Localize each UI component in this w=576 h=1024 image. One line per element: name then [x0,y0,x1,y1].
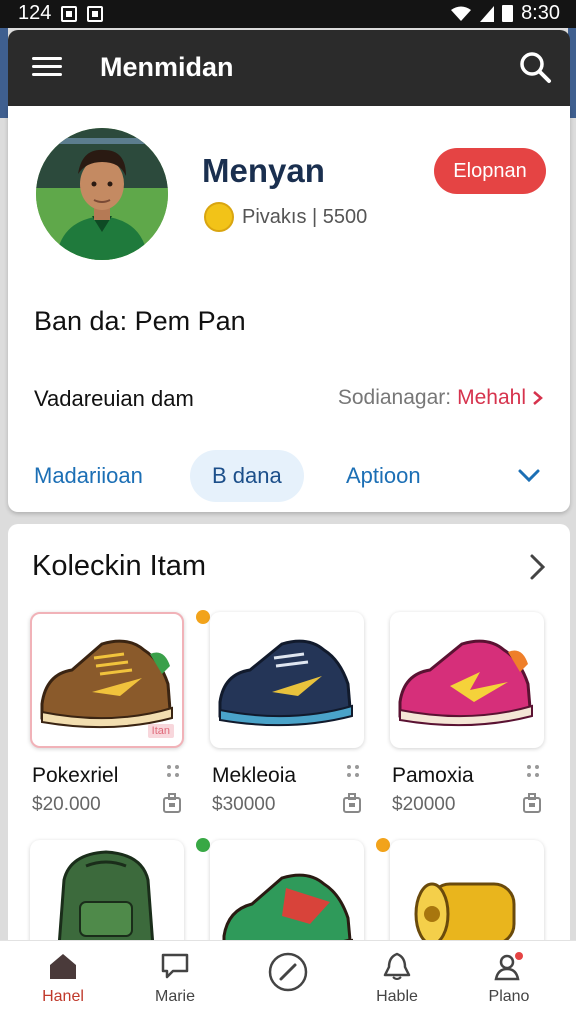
nav-label: Hable [376,988,418,1005]
detail-key: Sodianagar: [337,386,452,409]
coin-icon [204,202,234,232]
item-price: $20.000 [32,794,101,815]
item-badge [196,610,210,624]
collection-item[interactable]: Itan Pokexriel $20.000 [30,612,184,815]
item-badge [376,838,390,852]
battery-icon [502,5,514,22]
item-image [390,612,544,748]
item-tag: Itan [147,724,174,738]
item-image: Itan [30,612,184,748]
nav-item-notifications[interactable]: Hable [352,951,442,1006]
nav-item-home[interactable]: Hanel [18,951,108,1006]
detail-link[interactable]: Sodianagar: Mehahl [338,386,544,410]
notification-icon [61,5,78,22]
bag-icon[interactable] [522,792,542,814]
tab-aptioon[interactable]: Aptioon [346,450,421,502]
compass-icon [268,952,308,992]
more-icon[interactable] [166,764,180,778]
image-notification-icon [87,5,104,22]
item-image [210,612,364,748]
bag-icon[interactable] [342,792,362,814]
profile-bio: Ban da: Pem Pan [34,306,246,336]
app-bar: Menmidan [8,30,570,106]
profile-icon [494,952,523,981]
chevron-down-icon[interactable] [514,460,544,490]
pink-sneaker-icon [398,639,533,727]
menu-icon[interactable] [32,52,62,82]
collection-item[interactable]: Pamoxia $20000 [390,612,544,815]
tab-madariioan[interactable]: Madariioan [34,450,143,502]
status-clock: 8:30 [521,2,560,24]
item-name: Mekleoia [212,764,297,787]
nav-item-chat[interactable]: Marie [130,951,220,1006]
collection-item[interactable]: Mekleoia $30000 [196,610,364,815]
chevron-right-icon [533,391,543,405]
left-edge-strip [0,28,8,118]
wifi-icon [451,6,472,21]
nav-item-profile[interactable]: Plano [464,951,554,1006]
profile-detail: Vadareuian dam [34,386,194,411]
avatar[interactable] [36,128,168,260]
profile-card: Menyan Pivakıs | 5500 Elopnan Ban da: Pe… [8,106,570,512]
detail-value: Mehahl [457,386,526,409]
points-text: Pivakıs | 5500 [242,206,368,228]
bag-icon[interactable] [162,792,182,814]
item-price: $30000 [212,794,276,815]
status-left-text: 124 [18,2,52,24]
navy-sneaker-icon [218,639,353,727]
follow-button[interactable]: Elopnan [434,148,546,194]
nav-label: Marie [154,988,195,1005]
profile-name: Menyan [202,152,325,189]
tab-b-dana[interactable]: B dana [190,450,304,502]
bottom-navigation: Hanel Marie Hable Plano [0,940,576,1024]
chat-icon [161,953,189,979]
more-icon[interactable] [346,764,360,778]
collection-title: Koleckin Itam [32,550,207,582]
nav-label: Hanel [42,988,84,1005]
app-title: Menmidan [100,52,234,82]
nav-label: Plano [488,988,530,1005]
chevron-right-icon[interactable] [522,550,552,584]
item-name: Pamoxia [392,764,474,787]
home-icon [50,954,76,979]
item-price: $20000 [392,794,456,815]
nav-item-explore[interactable] [243,951,333,1000]
search-icon[interactable] [518,50,552,84]
bell-icon [383,952,411,980]
signal-icon [480,5,495,22]
item-badge [196,838,210,852]
more-icon[interactable] [526,764,540,778]
status-bar: 124 8:30 [0,0,576,28]
item-name: Pokexriel [32,764,119,787]
